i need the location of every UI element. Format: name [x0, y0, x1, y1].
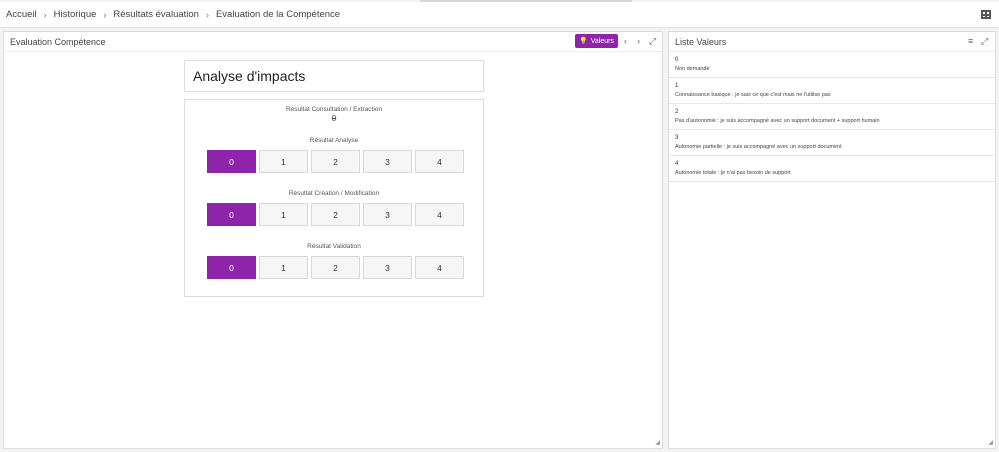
panel-title: Evaluation Compétence	[10, 36, 106, 47]
option-4[interactable]: 4	[415, 256, 464, 279]
consultation-value: 0	[331, 114, 337, 123]
resize-handle-icon[interactable]: ◢	[655, 439, 660, 446]
chevron-right-icon[interactable]: ›	[637, 35, 640, 47]
option-0[interactable]: 0	[207, 256, 256, 279]
list-item-value: 0	[675, 57, 679, 63]
list-item-value: 4	[675, 161, 679, 167]
page-title: Analyse d'impacts	[193, 68, 306, 84]
option-2[interactable]: 2	[311, 150, 360, 173]
chevron-right-icon: ›	[43, 9, 47, 20]
consultation-label: Résultat Consultation / Extraction	[285, 106, 383, 113]
creation-options: 0 1 2 3 4	[207, 203, 464, 226]
chevron-left-icon[interactable]: ‹	[624, 35, 627, 47]
breadcrumb: Accueil › Historique › Résultats évaluat…	[0, 2, 999, 28]
section-label: Résultat Analyse	[309, 137, 359, 144]
filter-icon[interactable]: ≡	[968, 35, 973, 47]
option-4[interactable]: 4	[415, 150, 464, 173]
list-item[interactable]: 4 Autonomie totale : je n'ai pas besoin …	[669, 156, 995, 182]
evaluation-content: Résultat Consultation / Extraction 0 Rés…	[184, 99, 484, 297]
list-item[interactable]: 2 Pas d'autonomie : je suis accompagné a…	[669, 104, 995, 130]
list-item-value: 3	[675, 135, 679, 141]
option-1[interactable]: 1	[259, 256, 308, 279]
lightbulb-icon: 💡	[579, 38, 588, 45]
analyse-options: 0 1 2 3 4	[207, 150, 464, 173]
list-item-desc: Autonomie totale : je n'ai pas besoin de…	[675, 170, 791, 176]
option-3[interactable]: 3	[363, 203, 412, 226]
resize-handle-icon[interactable]: ◢	[988, 439, 993, 446]
heading-box: Analyse d'impacts	[184, 60, 484, 92]
evaluation-panel-header: Evaluation Compétence 💡 Valeurs ‹ › ⤢	[4, 32, 662, 52]
option-1[interactable]: 1	[259, 150, 308, 173]
breadcrumb-resultats-evaluation[interactable]: Résultats évaluation	[113, 9, 199, 20]
option-2[interactable]: 2	[311, 256, 360, 279]
list-item[interactable]: 0 Non demandé	[669, 52, 995, 78]
chevron-right-icon: ›	[103, 9, 107, 20]
values-list: 0 Non demandé 1 Connaissance basique : j…	[669, 52, 995, 182]
evaluation-panel: Evaluation Compétence 💡 Valeurs ‹ › ⤢ An…	[3, 31, 663, 449]
list-item-desc: Pas d'autonomie : je suis accompagné ave…	[675, 118, 880, 124]
list-item-value: 2	[675, 109, 679, 115]
chevron-right-icon: ›	[205, 9, 209, 20]
consultation-value-wrap: 0	[185, 114, 483, 123]
list-item-desc: Autonomie partielle : je suis accompagné…	[675, 144, 842, 150]
section-label: Résultat Validation	[307, 243, 361, 250]
panel-title: Liste Valeurs	[675, 36, 727, 47]
valeurs-button[interactable]: 💡 Valeurs	[575, 34, 618, 48]
option-0[interactable]: 0	[207, 203, 256, 226]
grid-layout-icon[interactable]	[981, 10, 991, 19]
breadcrumb-historique[interactable]: Historique	[54, 9, 97, 20]
list-item[interactable]: 1 Connaissance basique : je sais ce que …	[669, 78, 995, 104]
list-item[interactable]: 3 Autonomie partielle : je suis accompag…	[669, 130, 995, 156]
section-label: Résultat Création / Modification	[288, 190, 380, 197]
expand-icon[interactable]: ⤢	[981, 35, 988, 47]
option-3[interactable]: 3	[363, 150, 412, 173]
list-item-value: 1	[675, 83, 679, 89]
option-0[interactable]: 0	[207, 150, 256, 173]
breadcrumb-current: Evaluation de la Compétence	[215, 9, 341, 20]
values-panel: Liste Valeurs ≡ ⤢ 0 Non demandé 1 Connai…	[668, 31, 996, 449]
list-item-desc: Non demandé	[675, 66, 710, 72]
list-item-desc: Connaissance basique : je sais ce que c'…	[675, 92, 831, 98]
option-2[interactable]: 2	[311, 203, 360, 226]
option-3[interactable]: 3	[363, 256, 412, 279]
expand-icon[interactable]: ⤢	[649, 35, 656, 47]
values-panel-header: Liste Valeurs ≡ ⤢	[669, 32, 995, 52]
option-1[interactable]: 1	[259, 203, 308, 226]
valeurs-button-label: Valeurs	[590, 37, 614, 45]
validation-options: 0 1 2 3 4	[207, 256, 464, 279]
option-4[interactable]: 4	[415, 203, 464, 226]
breadcrumb-accueil[interactable]: Accueil	[6, 9, 37, 20]
